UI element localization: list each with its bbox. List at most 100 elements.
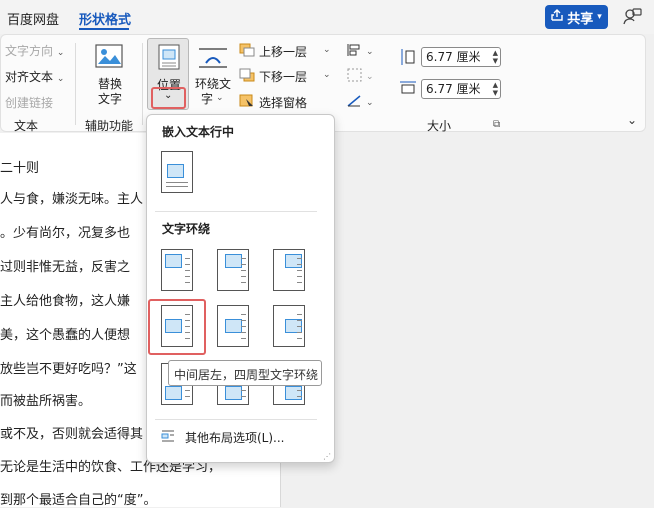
rotate-icon[interactable]: ⌄ bbox=[346, 93, 374, 112]
text-line bbox=[166, 182, 188, 183]
share-button[interactable]: 共享 ▾ bbox=[545, 5, 608, 29]
create-link-button[interactable]: 创建链接 bbox=[5, 94, 53, 111]
text-line bbox=[241, 396, 246, 397]
group-label-size: 大小 bbox=[427, 119, 452, 133]
resize-grip-icon[interactable]: ⋰ bbox=[323, 452, 331, 461]
text-wrapping-header: 文字环绕 bbox=[162, 222, 211, 236]
collapse-ribbon-icon[interactable]: ⌄ bbox=[627, 113, 637, 127]
shape-height-input[interactable]: 6.77 厘米 ▲ ▼ bbox=[421, 47, 501, 67]
text-direction-label: 文字方向 bbox=[5, 44, 54, 58]
selected-option-highlight bbox=[148, 299, 206, 355]
text-line bbox=[185, 258, 190, 259]
text-line bbox=[297, 338, 302, 339]
option-top-right[interactable] bbox=[273, 249, 305, 291]
text-line bbox=[297, 332, 302, 333]
comments-icon[interactable] bbox=[622, 7, 642, 30]
svg-text:⌄: ⌄ bbox=[366, 47, 374, 57]
text-line bbox=[241, 270, 246, 271]
doc-line: 人与食，嫌淡无味。主人 bbox=[0, 192, 144, 207]
bring-forward-icon bbox=[239, 43, 255, 60]
text-line bbox=[185, 396, 190, 397]
text-line bbox=[185, 390, 190, 391]
option-top-left[interactable] bbox=[161, 249, 193, 291]
group-label-accessibility: 辅助功能 bbox=[85, 119, 134, 133]
bring-forward-button[interactable]: 上移一层 bbox=[259, 43, 307, 60]
spinner-arrows-icon[interactable]: ▲ ▼ bbox=[493, 49, 498, 65]
doc-line: 或不及，否则就会适得其 bbox=[0, 427, 144, 442]
option-middle-right[interactable] bbox=[273, 305, 305, 347]
image-placeholder-icon bbox=[285, 386, 302, 400]
wrap-text-label-2[interactable]: 字 bbox=[201, 90, 213, 107]
active-tab-indicator bbox=[79, 28, 129, 30]
position-icon bbox=[158, 44, 180, 73]
menu-divider bbox=[155, 419, 317, 420]
doc-line: 过则非惟无益，反害之 bbox=[0, 260, 131, 275]
text-line bbox=[297, 320, 302, 321]
alt-text-icon bbox=[95, 44, 125, 73]
text-line bbox=[241, 338, 246, 339]
send-backward-button[interactable]: 下移一层 bbox=[259, 68, 307, 85]
text-line bbox=[241, 320, 246, 321]
text-line bbox=[297, 270, 302, 271]
text-line bbox=[241, 258, 246, 259]
text-direction-button[interactable]: 文字方向 ⌄ bbox=[5, 42, 64, 59]
width-icon bbox=[399, 79, 417, 98]
align-text-button[interactable]: 对齐文本 ⌄ bbox=[5, 68, 64, 85]
height-icon bbox=[399, 48, 415, 69]
position-dropdown-highlight[interactable]: ⌄ bbox=[151, 87, 186, 109]
text-line bbox=[297, 282, 302, 283]
inline-with-text-header: 嵌入文本行中 bbox=[162, 125, 235, 139]
text-line bbox=[297, 264, 302, 265]
doc-line: 二十则 bbox=[0, 161, 40, 176]
layout-options-icon bbox=[161, 430, 175, 445]
text-line bbox=[166, 186, 188, 187]
text-line bbox=[241, 314, 246, 315]
more-layout-options-item[interactable]: 其他布局选项(L)... bbox=[161, 429, 285, 446]
share-icon bbox=[551, 9, 563, 25]
position-dropdown-menu: 嵌入文本行中 文字环绕 其他布局选项(L)... ⋰ bbox=[146, 114, 335, 463]
spinner-arrows-icon[interactable]: ▲ ▼ bbox=[493, 81, 498, 97]
chevron-down-icon: ⌄ bbox=[56, 74, 65, 84]
text-line bbox=[241, 264, 246, 265]
tab-shape-format[interactable]: 形状格式 bbox=[79, 9, 131, 28]
text-line bbox=[297, 258, 302, 259]
share-label: 共享 bbox=[567, 11, 594, 27]
option-middle-center[interactable] bbox=[217, 305, 249, 347]
group-divider bbox=[142, 43, 143, 125]
chevron-down-icon: ⌄ bbox=[323, 45, 331, 55]
text-line bbox=[297, 314, 302, 315]
text-line bbox=[241, 282, 246, 283]
tab-baidu-netdisk[interactable]: 百度网盘 bbox=[7, 9, 59, 28]
align-text-label: 对齐文本 bbox=[5, 70, 54, 84]
text-line bbox=[185, 270, 190, 271]
text-line bbox=[297, 390, 302, 391]
image-placeholder-icon bbox=[165, 386, 182, 400]
text-line bbox=[241, 276, 246, 277]
shape-height-value: 6.77 厘米 bbox=[426, 50, 481, 64]
doc-line: 放些岂不更好吃吗？”这 bbox=[0, 362, 137, 377]
selection-pane-icon bbox=[239, 94, 255, 111]
text-line bbox=[297, 326, 302, 327]
group-objects-icon[interactable]: ⌄ bbox=[346, 68, 374, 85]
menu-divider bbox=[155, 211, 317, 212]
shape-width-input[interactable]: 6.77 厘米 ▲ ▼ bbox=[421, 79, 501, 99]
svg-text:⌄: ⌄ bbox=[366, 98, 374, 108]
chevron-down-icon: ⌄ bbox=[216, 93, 224, 103]
tab-bar: 百度网盘 形状格式 共享 ▾ bbox=[0, 0, 654, 34]
text-line bbox=[241, 326, 246, 327]
option-top-center[interactable] bbox=[217, 249, 249, 291]
doc-line: 。少有尚尔，况复多也 bbox=[0, 226, 131, 241]
align-icon[interactable]: ⌄ bbox=[346, 43, 374, 60]
doc-line: 美，这个愚蠢的人便想 bbox=[0, 328, 131, 343]
text-line bbox=[185, 264, 190, 265]
option-inline-with-text[interactable] bbox=[161, 151, 193, 193]
text-line bbox=[297, 396, 302, 397]
svg-text:⌄: ⌄ bbox=[366, 72, 374, 82]
alt-text-label-2[interactable]: 文字 bbox=[98, 90, 122, 107]
size-dialog-launcher-icon[interactable]: ⧉ bbox=[493, 119, 500, 130]
text-line bbox=[241, 390, 246, 391]
image-placeholder-icon bbox=[225, 386, 242, 400]
doc-line: 主人给他食物，这人嫌 bbox=[0, 294, 131, 309]
text-line bbox=[297, 276, 302, 277]
selection-pane-button[interactable]: 选择窗格 bbox=[259, 94, 307, 111]
